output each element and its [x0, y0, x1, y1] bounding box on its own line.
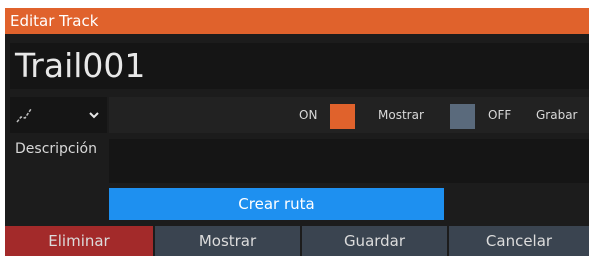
record-toggle-label: Grabar [536, 108, 578, 122]
line-style-icon [16, 108, 32, 123]
create-route-button[interactable]: Crear ruta [109, 188, 444, 220]
description-label: Descripción [15, 141, 97, 157]
track-name-field[interactable]: Trail001 [10, 43, 589, 89]
cancel-button[interactable]: Cancelar [449, 226, 589, 256]
description-field[interactable] [109, 139, 589, 183]
record-toggle-state: OFF [488, 108, 512, 122]
edit-track-dialog: Editar Track Trail001 ON Mostrar OFF Gra… [5, 8, 589, 256]
show-toggle-swatch[interactable] [330, 104, 355, 129]
save-button[interactable]: Guardar [302, 226, 447, 256]
record-toggle[interactable]: OFF Grabar [445, 97, 589, 133]
delete-button[interactable]: Eliminar [5, 226, 153, 256]
dialog-title: Editar Track [5, 8, 589, 34]
action-button-row: Eliminar Mostrar Guardar Cancelar [5, 226, 589, 256]
show-toggle-state: ON [299, 108, 318, 122]
show-button[interactable]: Mostrar [155, 226, 300, 256]
show-toggle-label: Mostrar [378, 108, 424, 122]
show-toggle[interactable]: ON Mostrar [293, 97, 433, 133]
chevron-down-icon [89, 112, 99, 119]
line-style-dropdown[interactable] [10, 97, 107, 133]
record-toggle-swatch[interactable] [450, 104, 475, 129]
